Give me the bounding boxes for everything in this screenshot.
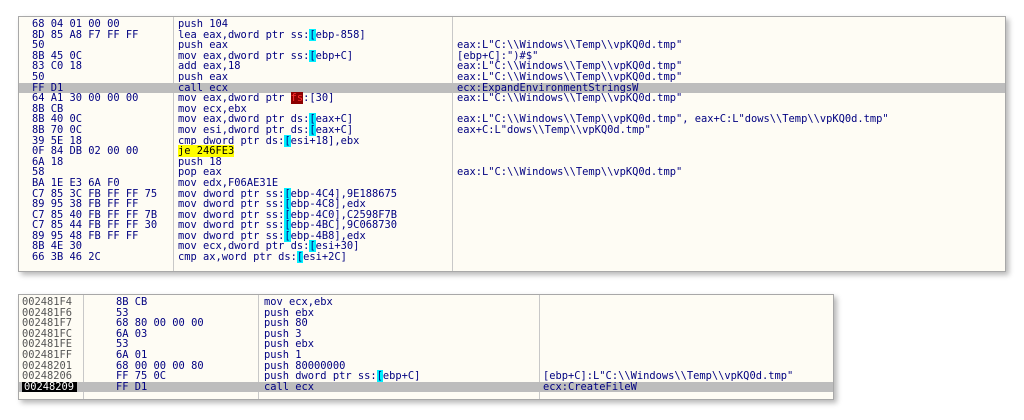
opcode-bytes: FF D1	[116, 380, 148, 393]
instruction-row[interactable]: 002481F4 8B CB mov ecx,ebx	[19, 297, 833, 308]
instruction-row[interactable]: 0F 84 DB 02 00 00 je 246FE3	[19, 145, 1005, 158]
instruction-token: esi+2C]	[303, 251, 347, 264]
instruction-token: ebp+C]	[382, 370, 421, 383]
comment-text: eax+C:L"dows\\Temp\\vpKQ0d.tmp"	[457, 123, 651, 136]
opcode-bytes: 66 3B 46 2C	[32, 251, 101, 264]
opcode-bytes: 50	[32, 70, 45, 83]
disassembly-panel-top: 68 04 01 00 00 push 104 8D 85 A8 F7 FF FF l…	[18, 16, 1006, 272]
instruction-row[interactable]: 00248209 FF D1 call ecx ecx:CreateFileW	[19, 380, 833, 393]
comment-text: ecx:CreateFileW	[543, 380, 637, 393]
opcode-bytes: 8B CB	[116, 296, 148, 308]
instruction-row[interactable]: 39 5E 18 cmp dword ptr ds:[esi+18],ebx	[19, 134, 1005, 147]
instruction-token: call ecx	[264, 380, 315, 393]
instruction-row[interactable]: 66 3B 46 2C cmp ax,word ptr ds:[esi+2C]	[19, 251, 1005, 264]
instruction-token: cmp ax,word ptr ds:	[178, 251, 297, 264]
instruction-list: 002481F4 8B CB mov ecx,ebx 002481F6 53 push e…	[19, 297, 833, 393]
instruction-row[interactable]: C7 85 44 FB FF FF 30 mov dword ptr ss:[eb…	[19, 219, 1005, 232]
address-cell: 002481F4	[22, 296, 73, 308]
instruction-token: esi+18],ebx	[290, 134, 360, 147]
instruction-list: 68 04 01 00 00 push 104 8D 85 A8 F7 FF FF l…	[19, 19, 1005, 264]
instruction-row[interactable]: 002481FC 6A 03 push 3	[19, 328, 833, 340]
instruction-token: ebp-858]	[315, 28, 366, 41]
opcode-bytes: 6A 01	[116, 348, 148, 361]
instruction-row[interactable]: C7 85 40 FB FF FF 7B mov dword ptr ss:[eb…	[19, 208, 1005, 221]
instruction-row[interactable]: 89 95 48 FB FF FF mov dword ptr ss:[ebp-4…	[19, 229, 1005, 242]
address-cell: 00248209	[22, 382, 78, 393]
instruction-row[interactable]: 64 A1 30 00 00 00 mov eax,dword ptr fs:[3…	[19, 92, 1005, 105]
opcode-bytes: 8D 85 A8 F7 FF FF	[32, 28, 139, 41]
instruction-row[interactable]: 002481FF 6A 01 push 1	[19, 350, 833, 361]
instruction-row[interactable]: 89 95 38 FB FF FF mov dword ptr ss:[ebp-4…	[19, 198, 1005, 211]
opcode-bytes: 68 04 01 00 00	[32, 18, 120, 30]
instruction-row[interactable]: 8B 70 0C mov esi,dword ptr ds:[eax+C] eax+…	[19, 123, 1005, 136]
instruction-token: :[30]	[303, 92, 335, 105]
instruction-row[interactable]: 58 pop eax eax:L"C:\\Windows\\Temp\\vpKQ0d…	[19, 167, 1005, 178]
highlight-token: fs	[290, 92, 304, 105]
instruction-row[interactable]: 50 push eax eax:L"C:\\Windows\\Temp\\vpKQ0…	[19, 72, 1005, 83]
disassembly-panel-bottom: 002481F4 8B CB mov ecx,ebx 002481F6 53 push e…	[18, 294, 834, 400]
comment-text: eax:L"C:\\Windows\\Temp\\vpKQ0d.tmp"	[457, 166, 683, 179]
disassembly-text: call ecx	[264, 380, 315, 393]
instruction-row[interactable]: BA 1E E3 6A F0 mov edx,F06AE31E	[19, 178, 1005, 189]
opcode-bytes: 8B 70 0C	[32, 123, 83, 136]
instruction-row[interactable]: C7 85 3C FB FF FF 75 mov dword ptr ss:[eb…	[19, 187, 1005, 200]
comment-text: eax:L"C:\\Windows\\Temp\\vpKQ0d.tmp"	[457, 70, 683, 83]
comment-text: eax:L"C:\\Windows\\Temp\\vpKQ0d.tmp"	[457, 92, 683, 105]
instruction-row[interactable]: 68 04 01 00 00 push 104	[19, 19, 1005, 30]
disassembly-text: cmp ax,word ptr ds:[esi+2C]	[178, 251, 347, 264]
instruction-token: ebp+C]	[315, 49, 354, 62]
instruction-row[interactable]: 8B 4E 30 mov ecx,dword ptr ds:[esi+30]	[19, 240, 1005, 253]
address-cell: 002481FF	[22, 348, 73, 361]
opcode-bytes: BA 1E E3 6A F0	[32, 176, 120, 189]
